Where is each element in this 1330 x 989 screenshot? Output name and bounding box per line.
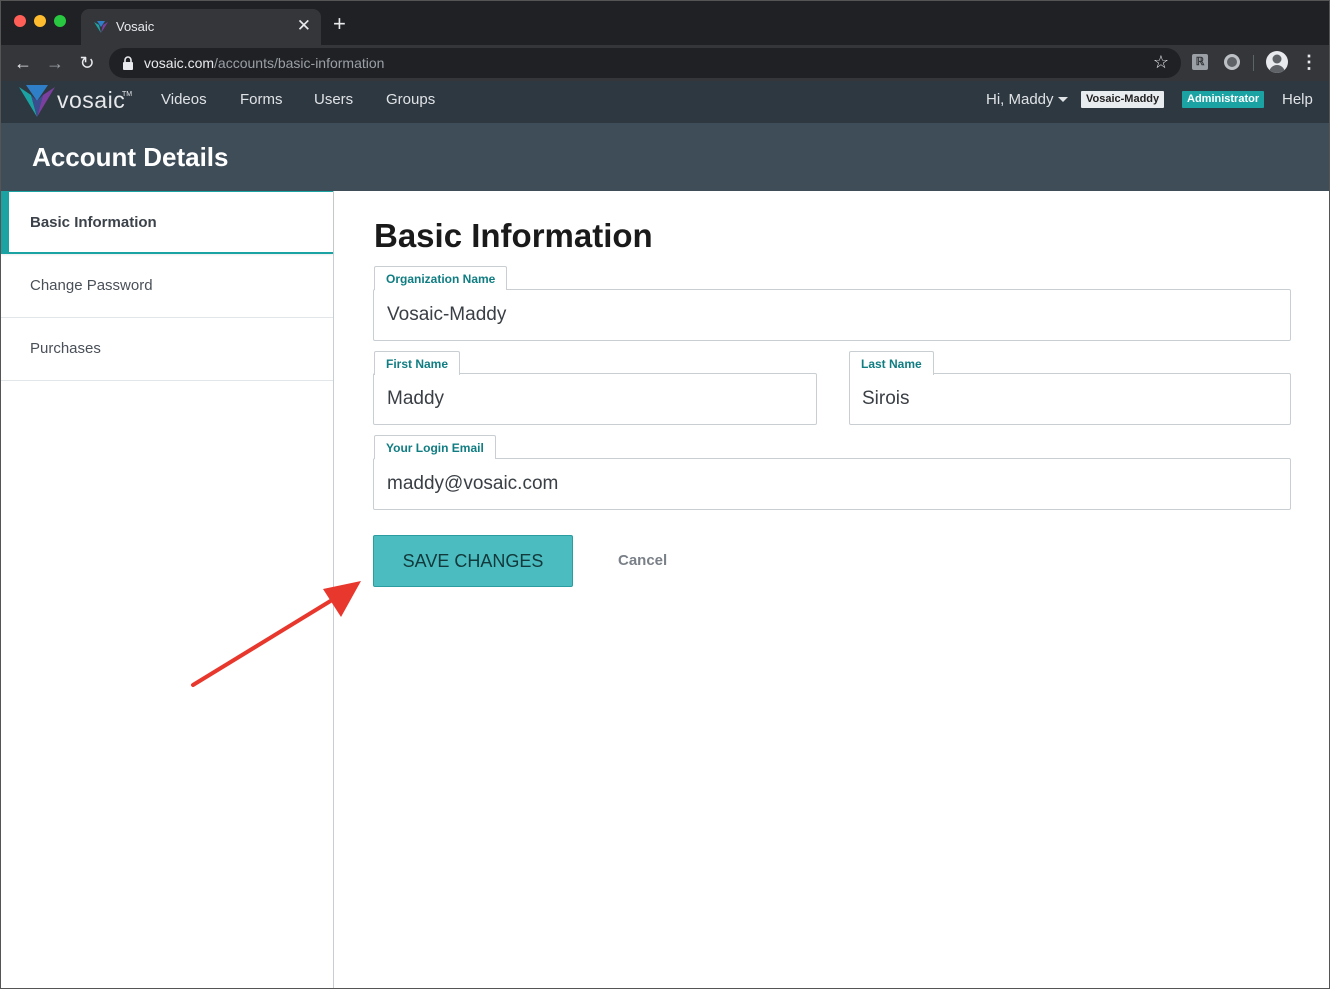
vosaic-logo-icon[interactable]	[17, 83, 57, 119]
first-name-input[interactable]	[387, 386, 803, 412]
tab-strip: Vosaic ✕ +	[1, 1, 1329, 45]
address-bar[interactable]: vosaic.com/accounts/basic-information ☆	[109, 48, 1181, 78]
reload-icon[interactable]: ↻	[75, 51, 99, 75]
logo-trademark: TM	[122, 91, 133, 98]
chevron-down-icon[interactable]	[1058, 97, 1068, 102]
organization-name-label: Organization Name	[374, 266, 508, 290]
minimize-window-button[interactable]	[34, 15, 46, 27]
login-email-label: Your Login Email	[374, 435, 496, 459]
login-email-input[interactable]	[387, 471, 1277, 497]
tab-title: Vosaic	[116, 19, 155, 34]
last-name-input[interactable]	[862, 386, 1278, 412]
page-title: Account Details	[32, 142, 229, 172]
last-name-label: Last Name	[849, 351, 934, 375]
page-header: Account Details	[1, 123, 1329, 191]
user-menu[interactable]: Hi, Maddy	[986, 91, 1054, 108]
new-tab-icon[interactable]: +	[333, 13, 346, 35]
nav-groups[interactable]: Groups	[386, 91, 435, 108]
app-navbar: vosaic TM Videos Forms Users Groups Hi, …	[1, 81, 1329, 123]
save-changes-button[interactable]: SAVE CHANGES	[373, 535, 573, 587]
tab-close-icon[interactable]: ✕	[297, 16, 311, 36]
sidebar-item-label: Basic Information	[30, 214, 157, 231]
url-text: vosaic.com/accounts/basic-information	[144, 55, 385, 71]
browser-window: Vosaic ✕ + ← → ↻ vosaic.com/accounts/bas…	[0, 0, 1330, 989]
close-window-button[interactable]	[14, 15, 26, 27]
logo-wordmark[interactable]: vosaic	[57, 87, 125, 114]
sidebar-item-basic-information[interactable]: Basic Information	[1, 191, 333, 254]
browser-tab[interactable]: Vosaic ✕	[81, 9, 321, 45]
extension-record-icon[interactable]	[1224, 54, 1240, 70]
role-badge: Administrator	[1182, 91, 1265, 108]
nav-videos[interactable]: Videos	[161, 91, 207, 108]
bookmark-star-icon[interactable]: ☆	[1153, 52, 1169, 73]
sidebar-item-change-password[interactable]: Change Password	[1, 255, 333, 318]
back-arrow-icon[interactable]: ←	[11, 51, 35, 75]
lock-icon	[123, 56, 133, 70]
first-name-label: First Name	[374, 351, 461, 375]
sidebar-item-purchases[interactable]: Purchases	[1, 318, 333, 381]
section-title: Basic Information	[374, 217, 653, 254]
nav-forms[interactable]: Forms	[240, 91, 283, 108]
forward-arrow-icon[interactable]: →	[43, 51, 67, 75]
organization-name-input[interactable]	[387, 302, 1277, 328]
help-link[interactable]: Help	[1282, 91, 1313, 108]
extension-icon[interactable]: ℝ	[1192, 54, 1208, 70]
browser-menu-icon[interactable]: ⋮	[1300, 51, 1318, 73]
profile-avatar-icon[interactable]	[1266, 51, 1288, 73]
sidebar-item-label: Purchases	[30, 340, 101, 357]
sidebar-item-label: Change Password	[30, 277, 153, 294]
browser-toolbar: ← → ↻ vosaic.com/accounts/basic-informat…	[1, 45, 1329, 81]
organization-badge: Vosaic-Maddy	[1081, 91, 1165, 108]
annotation-arrow-icon	[191, 581, 361, 687]
maximize-window-button[interactable]	[54, 15, 66, 27]
nav-users[interactable]: Users	[314, 91, 353, 108]
vosaic-favicon-icon	[94, 21, 108, 33]
cancel-button[interactable]: Cancel	[618, 552, 667, 569]
toolbar-separator	[1253, 55, 1254, 71]
